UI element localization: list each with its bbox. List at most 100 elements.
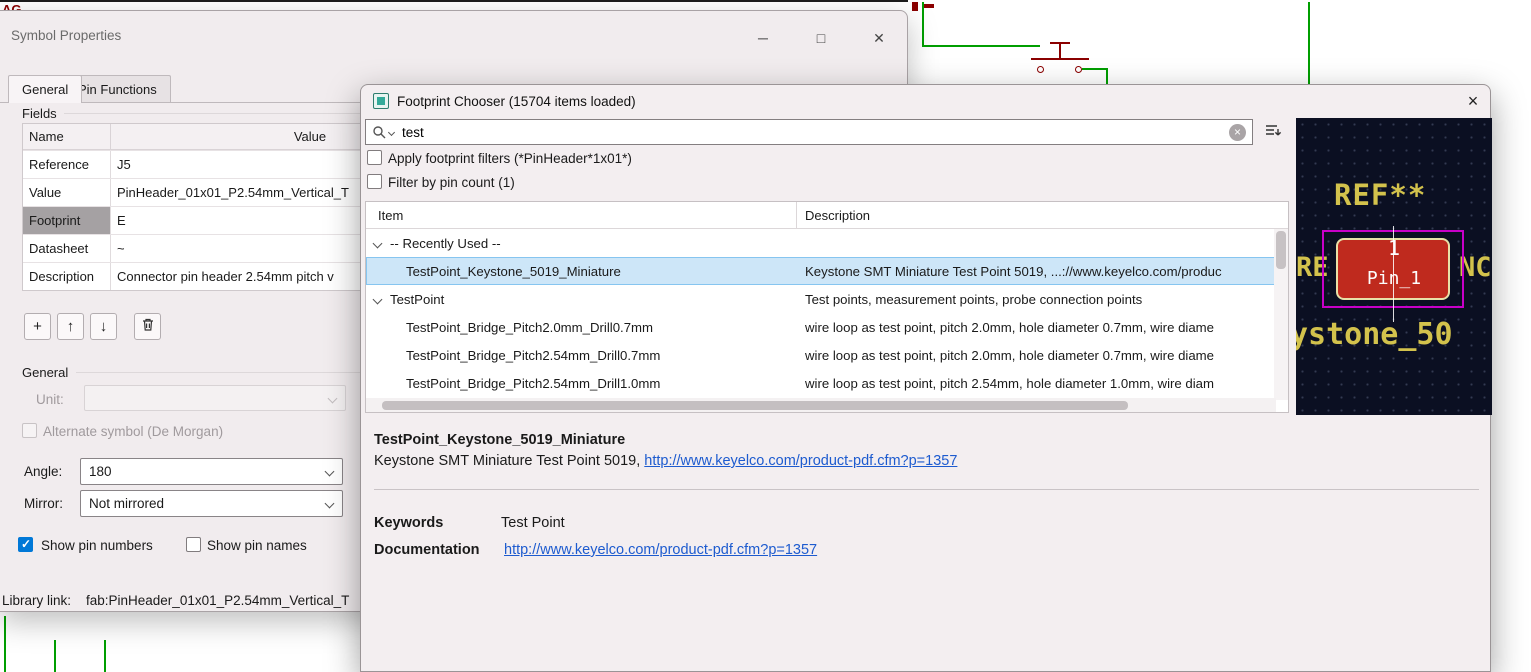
chevron-down-icon	[324, 498, 335, 509]
selected-footprint-name: TestPoint_Keystone_5019_Miniature	[374, 432, 626, 448]
list-header: Item Description	[366, 202, 1288, 229]
list-item[interactable]: TestPoint_Bridge_Pitch2.0mm_Drill0.7mm w…	[366, 313, 1288, 341]
footprint-list: Item Description -- Recently Used -- Tes…	[365, 201, 1289, 413]
footprint-name: TestPoint_Bridge_Pitch2.54mm_Drill1.0mm	[406, 375, 661, 391]
move-field-down-button[interactable]: ↓	[90, 313, 117, 340]
unit-label: Unit:	[36, 392, 64, 407]
minimize-button[interactable]: ─	[740, 23, 786, 53]
field-name-cell[interactable]: Value	[23, 179, 111, 206]
footprint-search-input[interactable]	[396, 124, 1229, 140]
show-pin-names-checkbox[interactable]	[186, 537, 201, 552]
list-item-group[interactable]: TestPoint Test points, measurement point…	[366, 285, 1288, 313]
fields-group-label: Fields	[22, 106, 57, 121]
search-options-chevron-icon[interactable]	[387, 128, 396, 136]
schematic-wire	[922, 2, 924, 47]
item-description: wire loop as test point, pitch 2.0mm, ho…	[805, 347, 1214, 363]
field-name-cell[interactable]: Reference	[23, 151, 111, 178]
preview-pad-number: 1	[1296, 236, 1492, 260]
column-header-description[interactable]: Description	[797, 208, 1288, 223]
preview-reference-text: REF**	[1334, 178, 1427, 212]
scrollbar-thumb[interactable]	[1276, 231, 1286, 269]
filter-by-pin-count-label: Filter by pin count (1)	[388, 175, 515, 190]
dialog-title: Footprint Chooser (15704 items loaded)	[397, 94, 636, 109]
keywords-value: Test Point	[501, 515, 565, 531]
schematic-switch-cap	[1050, 42, 1070, 44]
library-link-value: fab:PinHeader_01x01_P2.54mm_Vertical_T	[86, 593, 350, 608]
schematic-sheet-border	[0, 0, 908, 2]
apply-footprint-filters-label: Apply footprint filters (*PinHeader*1x01…	[388, 151, 632, 166]
footprint-chooser-dialog: Footprint Chooser (15704 items loaded) ×…	[360, 84, 1492, 672]
datasheet-link[interactable]: http://www.keyelco.com/product-pdf.cfm?p…	[644, 453, 957, 469]
angle-label: Angle:	[24, 464, 63, 479]
field-name-cell[interactable]: Datasheet	[23, 235, 111, 262]
add-field-button[interactable]: +	[24, 313, 51, 340]
footprint-search-box: ×	[365, 119, 1253, 145]
footprint-preview-canvas[interactable]: REF** RE NC 1 Pin_1 ystone_50	[1296, 118, 1492, 415]
chevron-down-icon	[324, 466, 335, 477]
scrollbar-thumb[interactable]	[382, 401, 1128, 410]
schematic-wire	[104, 640, 106, 672]
schematic-wire	[4, 616, 6, 672]
angle-value: 180	[89, 464, 112, 479]
schematic-switch-actuator	[1031, 58, 1089, 60]
schematic-wire	[1106, 68, 1108, 84]
vertical-scrollbar[interactable]	[1274, 229, 1288, 400]
angle-dropdown[interactable]: 180	[80, 458, 343, 485]
list-item[interactable]: TestPoint_Bridge_Pitch2.54mm_Drill0.7mm …	[366, 341, 1288, 369]
alternate-symbol-label: Alternate symbol (De Morgan)	[43, 424, 224, 439]
clear-search-icon[interactable]: ×	[1229, 123, 1246, 141]
chevron-down-icon	[327, 393, 338, 404]
footprint-name: TestPoint_Bridge_Pitch2.54mm_Drill0.7mm	[406, 347, 661, 363]
group-divider	[76, 372, 360, 373]
search-options-button[interactable]	[1259, 119, 1287, 145]
list-item-selected[interactable]: TestPoint_Keystone_5019_Miniature Keysto…	[366, 257, 1288, 285]
schematic-wire	[922, 45, 1040, 47]
description-text: Keystone SMT Miniature Test Point 5019,	[374, 453, 645, 469]
list-item[interactable]: TestPoint_Bridge_Pitch2.54mm_Drill1.0mm …	[366, 369, 1288, 397]
column-header-name[interactable]: Name	[23, 124, 111, 149]
schematic-wire	[54, 640, 56, 672]
details-divider	[374, 489, 1479, 490]
schematic-wire	[1082, 68, 1108, 70]
list-arrow-icon	[1264, 123, 1282, 142]
item-description: Test points, measurement points, probe c…	[805, 291, 1143, 307]
mirror-label: Mirror:	[24, 496, 63, 511]
delete-field-button[interactable]	[134, 313, 161, 340]
close-button[interactable]: ✕	[856, 23, 902, 53]
unit-dropdown[interactable]	[84, 385, 346, 411]
column-header-item[interactable]: Item	[366, 202, 797, 228]
documentation-link[interactable]: http://www.keyelco.com/product-pdf.cfm?p…	[504, 542, 817, 558]
item-description: Keystone SMT Miniature Test Point 5019, …	[805, 263, 1222, 279]
apply-footprint-filters-checkbox[interactable]	[367, 150, 382, 165]
horizontal-scrollbar[interactable]	[366, 398, 1276, 412]
documentation-label: Documentation	[374, 542, 480, 558]
preview-pad-name: Pin_1	[1366, 268, 1422, 289]
chevron-down-icon[interactable]	[372, 294, 383, 304]
move-field-up-button[interactable]: ↑	[57, 313, 84, 340]
field-name-cell-selected[interactable]: Footprint	[23, 207, 111, 234]
field-name-cell[interactable]: Description	[23, 263, 111, 290]
chevron-down-icon[interactable]	[372, 238, 383, 248]
footprint-name: TestPoint_Bridge_Pitch2.0mm_Drill0.7mm	[406, 319, 653, 335]
item-description: wire loop as test point, pitch 2.54mm, h…	[805, 375, 1214, 391]
item-description: wire loop as test point, pitch 2.0mm, ho…	[805, 319, 1214, 335]
keywords-label: Keywords	[374, 515, 444, 531]
library-link-label: Library link:	[2, 593, 72, 608]
group-label: TestPoint	[390, 291, 445, 307]
show-pin-names-label: Show pin names	[207, 538, 307, 553]
maximize-button[interactable]: □	[798, 23, 844, 53]
schematic-wire	[1308, 2, 1310, 84]
close-icon[interactable]: ×	[1461, 90, 1485, 112]
tab-general[interactable]: General	[8, 75, 83, 103]
list-item-group[interactable]: -- Recently Used --	[366, 229, 1288, 257]
filter-by-pin-count-checkbox[interactable]	[367, 174, 382, 189]
show-pin-numbers-checkbox[interactable]	[18, 537, 33, 552]
alternate-symbol-checkbox[interactable]	[22, 423, 37, 438]
mirror-value: Not mirrored	[89, 496, 165, 511]
screen: AG Symbol Properties ─ □ ✕ General Pin F…	[0, 0, 1531, 672]
trash-icon	[141, 317, 155, 336]
preview-footprint-name-fragment: ystone_50	[1296, 317, 1453, 352]
mirror-dropdown[interactable]: Not mirrored	[80, 490, 343, 517]
item-description	[797, 229, 1288, 257]
schematic-switch-contact	[1037, 66, 1044, 73]
